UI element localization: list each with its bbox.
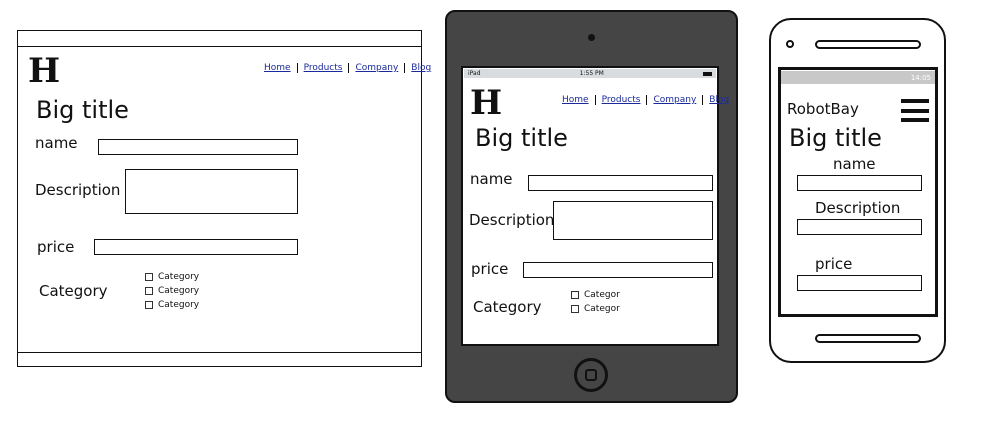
desktop-nav: Home Products Company Blog: [258, 63, 437, 73]
nav-home[interactable]: Home: [258, 63, 297, 73]
name-input[interactable]: [797, 175, 922, 191]
price-input[interactable]: [523, 262, 713, 278]
logo: H: [28, 51, 61, 91]
price-label: price: [37, 238, 75, 256]
phone-status-bar: 14:05: [781, 71, 935, 84]
category-checkbox[interactable]: Category: [145, 272, 199, 282]
phone-speaker: [815, 40, 921, 49]
brand-name: RobotBay: [787, 100, 859, 118]
category-checkbox[interactable]: Category: [145, 286, 199, 296]
nav-products[interactable]: Products: [296, 63, 349, 73]
tablet-status-bar: iPad 1:55 PM: [464, 69, 716, 78]
desktop-top-bar: [17, 46, 422, 47]
name-label: name: [833, 155, 876, 173]
nav-home[interactable]: Home: [556, 95, 595, 105]
hamburger-menu-icon[interactable]: [901, 99, 929, 122]
category-checkbox[interactable]: Category: [145, 300, 199, 310]
nav-products[interactable]: Products: [594, 95, 647, 105]
tablet-nav: Home Products Company Blog: [556, 95, 735, 105]
name-label: name: [470, 170, 513, 188]
phone-bottom-bar: [815, 334, 921, 343]
description-input[interactable]: [797, 219, 922, 235]
description-label: Description: [815, 199, 901, 217]
category-label: Category: [39, 282, 108, 300]
price-input[interactable]: [797, 275, 922, 291]
price-label: price: [815, 255, 853, 273]
phone-camera-icon: [786, 40, 794, 48]
name-input[interactable]: [98, 139, 298, 155]
category-label: Category: [473, 298, 542, 316]
page-title: Big title: [36, 96, 129, 124]
nav-blog[interactable]: Blog: [702, 95, 735, 105]
nav-blog[interactable]: Blog: [404, 63, 437, 73]
nav-company[interactable]: Company: [646, 95, 702, 105]
page-title: Big title: [475, 124, 568, 152]
name-input[interactable]: [528, 175, 713, 191]
name-label: name: [35, 134, 78, 152]
desktop-bottom-bar: [17, 352, 422, 353]
home-button-square-icon: [585, 369, 597, 381]
description-label: Description: [469, 211, 555, 229]
price-label: price: [471, 260, 509, 278]
logo: H: [470, 83, 503, 123]
category-checkbox[interactable]: Categor: [571, 290, 620, 300]
battery-icon: [702, 71, 712, 76]
camera-icon: [588, 34, 595, 41]
description-label: Description: [35, 181, 121, 199]
description-textarea[interactable]: [553, 201, 713, 240]
nav-company[interactable]: Company: [348, 63, 404, 73]
page-title: Big title: [789, 124, 882, 152]
description-textarea[interactable]: [125, 169, 298, 214]
price-input[interactable]: [94, 239, 298, 255]
category-checkbox[interactable]: Categor: [571, 304, 620, 314]
